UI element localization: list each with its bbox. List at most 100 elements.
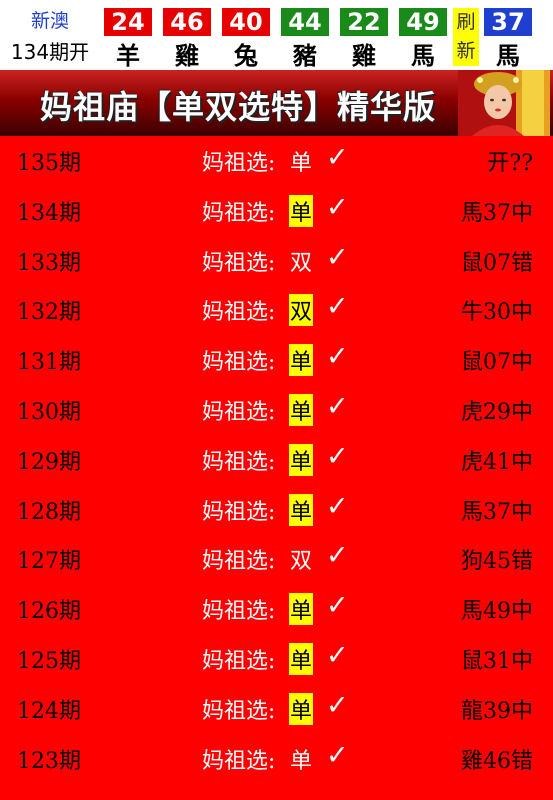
pick-value: 单 (289, 493, 314, 526)
pick-label: 妈祖选: (202, 151, 276, 176)
checkmark-icon: ✓ (326, 689, 349, 721)
pick-label: 妈祖选: (202, 698, 276, 724)
result-ball: 44 豬 (277, 8, 329, 70)
ball-number: 22 (340, 8, 388, 36)
ball-zodiac: 兔 (234, 42, 258, 70)
special-ball-zodiac: 馬 (496, 42, 520, 70)
checkmark-icon: ✓ (326, 440, 349, 472)
pick-label: 妈祖选: (202, 350, 276, 376)
list-item: 127期 妈祖选: 双 ✓ 狗45错 (0, 534, 553, 584)
period-number: 123期 (17, 748, 81, 774)
period-number: 131期 (17, 350, 81, 376)
list-item: 130期 妈祖选: 单 ✓ 虎29中 (0, 385, 553, 435)
issue-label: 134期开 (10, 40, 90, 64)
result-value: 雞46错 (461, 748, 533, 774)
special-ball-number: 37 (484, 8, 532, 36)
list-item: 134期 妈祖选: 单 ✓ 馬37中 (0, 186, 553, 236)
ball-zodiac: 豬 (293, 42, 317, 70)
pick-value: 单 (289, 642, 314, 675)
pick-value: 单 (289, 692, 314, 725)
list-item: 125期 妈祖选: 单 ✓ 鼠31中 (0, 634, 553, 684)
pick-value: 单 (289, 344, 314, 377)
result-value: 鼠31中 (461, 648, 533, 674)
checkmark-icon: ✓ (326, 490, 349, 522)
refresh-char: 新 (456, 40, 476, 62)
ball-number: 49 (399, 8, 447, 36)
ball-number: 40 (222, 8, 270, 36)
special-ball: 37 馬 (480, 8, 532, 70)
prediction-list: 135期 妈祖选: 单 ✓ 开?? 134期 妈祖选: 单 ✓ 馬37中 133期 妈祖选: 双 ✓ 鼠07… (0, 136, 553, 783)
result-value: 牛30中 (461, 300, 533, 326)
mazu-portrait-image (458, 70, 550, 136)
list-item: 123期 妈祖选: 单 ✓ 雞46错 (0, 734, 553, 784)
pick-value: 单 (289, 593, 314, 626)
result-value: 虎41中 (461, 449, 533, 475)
checkmark-icon: ✓ (326, 241, 349, 273)
period-number: 127期 (17, 549, 81, 575)
result-value: 馬37中 (461, 200, 533, 226)
region-label: 新澳 (30, 10, 69, 32)
pick-value: 双 (290, 250, 313, 276)
ball-zodiac: 馬 (411, 42, 435, 70)
list-item: 131期 妈祖选: 单 ✓ 鼠07中 (0, 335, 553, 385)
ball-zodiac: 羊 (116, 42, 140, 70)
issue-info: 新澳 134期开 (0, 0, 100, 70)
ball-number: 24 (104, 8, 152, 36)
checkmark-icon: ✓ (326, 191, 349, 223)
list-item: 132期 妈祖选: 双 ✓ 牛30中 (0, 285, 553, 335)
period-number: 126期 (17, 599, 81, 625)
period-number: 135期 (17, 151, 81, 176)
period-number: 134期 (17, 200, 81, 226)
result-ball: 22 雞 (336, 8, 388, 70)
result-value: 馬49中 (461, 599, 533, 625)
checkmark-icon: ✓ (326, 540, 349, 572)
result-value: 馬37中 (461, 499, 533, 525)
result-value: 鼠07中 (461, 350, 533, 376)
pick-value: 单 (289, 194, 314, 227)
banner-title: 妈祖庙【单双选特】精华版 (40, 88, 437, 126)
result-value: 龍39中 (461, 698, 533, 724)
list-item: 126期 妈祖选: 单 ✓ 馬49中 (0, 584, 553, 634)
pick-value: 单 (290, 151, 313, 176)
pick-label: 妈祖选: (202, 599, 276, 625)
result-ball: 49 馬 (395, 8, 447, 70)
pick-label: 妈祖选: (202, 748, 276, 774)
result-value: 开?? (487, 151, 533, 176)
pick-label: 妈祖选: (202, 499, 276, 525)
checkmark-icon: ✓ (326, 291, 349, 323)
pick-value: 双 (289, 294, 314, 327)
result-value: 狗45错 (461, 549, 533, 575)
checkmark-icon: ✓ (326, 142, 349, 173)
pick-value: 单 (289, 443, 314, 476)
checkmark-icon: ✓ (326, 739, 349, 771)
pick-label: 妈祖选: (202, 300, 276, 326)
period-number: 132期 (17, 300, 81, 326)
ball-number: 44 (281, 8, 329, 36)
result-ball: 46 雞 (159, 8, 211, 70)
list-item: 129期 妈祖选: 单 ✓ 虎41中 (0, 435, 553, 485)
pick-label: 妈祖选: (202, 200, 276, 226)
list-item: 135期 妈祖选: 单 ✓ 开?? (0, 136, 553, 186)
result-ball: 40 兔 (218, 8, 270, 70)
period-number: 124期 (17, 698, 81, 724)
result-ball: 24 羊 (100, 8, 152, 70)
ball-zodiac: 雞 (352, 42, 376, 70)
period-number: 133期 (17, 250, 81, 276)
checkmark-icon: ✓ (326, 639, 349, 671)
checkmark-icon: ✓ (326, 590, 349, 622)
period-number: 128期 (17, 499, 81, 525)
list-item: 133期 妈祖选: 双 ✓ 鼠07错 (0, 236, 553, 286)
pick-label: 妈祖选: (202, 399, 276, 425)
period-number: 129期 (17, 449, 81, 475)
refresh-button[interactable]: 刷 新 (453, 8, 479, 66)
pick-label: 妈祖选: (202, 549, 276, 575)
pick-value: 单 (290, 748, 313, 774)
refresh-char: 刷 (456, 11, 476, 33)
period-number: 125期 (17, 648, 81, 674)
pick-label: 妈祖选: (202, 648, 276, 674)
period-number: 130期 (17, 399, 81, 425)
checkmark-icon: ✓ (326, 341, 349, 373)
pick-value: 单 (289, 393, 314, 426)
ball-number: 46 (163, 8, 211, 36)
list-item: 128期 妈祖选: 单 ✓ 馬37中 (0, 485, 553, 535)
